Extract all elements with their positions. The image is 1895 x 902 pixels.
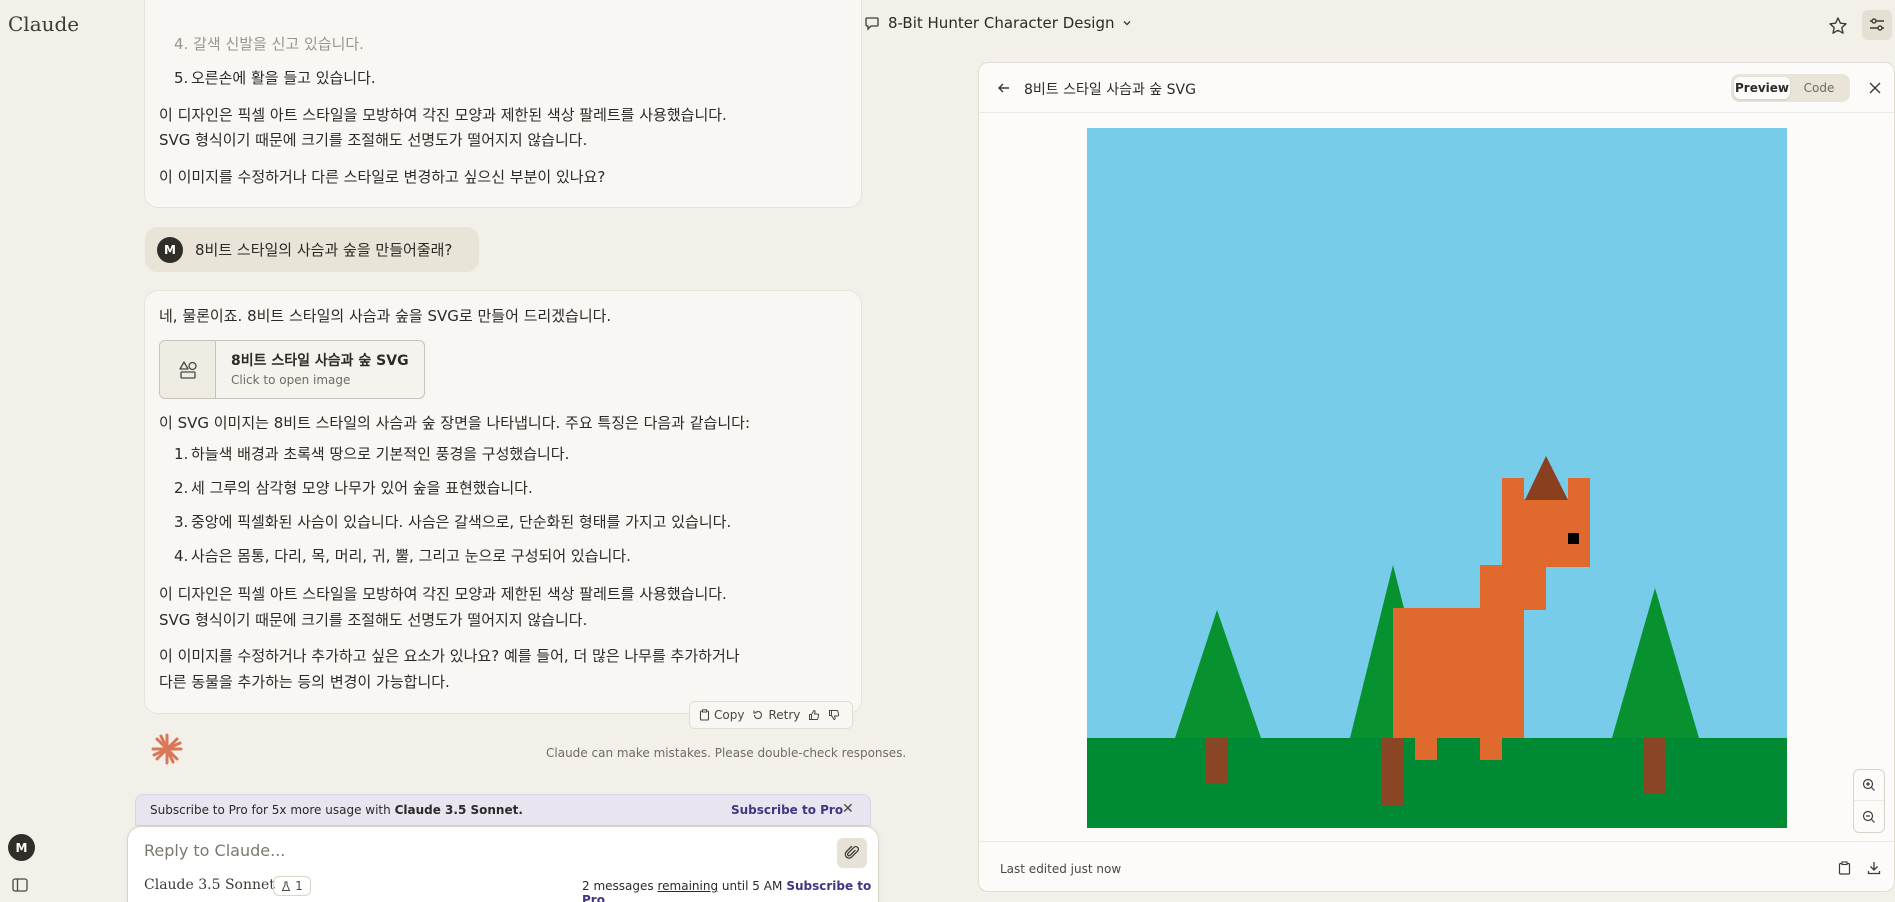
model-selector[interactable]: Claude 3.5 Sonnet xyxy=(144,877,275,893)
list-number: 5. xyxy=(174,69,189,87)
retry-label: Retry xyxy=(768,708,801,722)
zoom-controls xyxy=(1853,769,1885,833)
thumbs-up-button[interactable] xyxy=(808,709,820,721)
star-icon xyxy=(1829,17,1847,34)
artifact-card-title: 8비트 스타일 사슴과 숲 SVG xyxy=(231,353,409,369)
last-edited-status: Last edited just now xyxy=(1000,862,1122,876)
close-icon[interactable]: ✕ xyxy=(842,801,854,817)
deer-ear-left xyxy=(1502,478,1524,502)
artifact-panel: 8비트 스타일 사슴과 숲 SVG Preview Code Last edit… xyxy=(978,62,1895,892)
copy-button[interactable]: Copy xyxy=(699,708,744,722)
artifact-header: 8비트 스타일 사슴과 숲 SVG Preview Code xyxy=(979,63,1894,113)
copy-artifact-button[interactable] xyxy=(1834,858,1854,878)
account-avatar[interactable]: M xyxy=(8,834,35,861)
chevron-down-icon xyxy=(1123,21,1131,26)
retry-button[interactable]: Retry xyxy=(752,708,800,722)
deer-ear-right xyxy=(1568,478,1590,502)
arrow-left-icon xyxy=(998,83,1009,93)
paragraph: 이 디자인은 픽셀 아트 스타일을 모방하여 각진 모양과 제한된 색상 팔레트… xyxy=(159,106,727,124)
artifact-footer: Last edited just now xyxy=(979,841,1894,891)
back-button[interactable] xyxy=(993,77,1015,99)
artifact-card-subtitle: Click to open image xyxy=(231,373,351,387)
paragraph: 이 SVG 이미지는 8비트 스타일의 사슴과 숲 장면을 나타냅니다. 주요 … xyxy=(159,414,750,432)
trunk-middle xyxy=(1382,738,1404,805)
clipboard-icon xyxy=(699,709,710,721)
list-item-text: 중앙에 픽셀화된 사슴이 있습니다. 사슴은 갈색으로, 단순화된 형태를 가지… xyxy=(191,513,732,531)
zoom-out-button[interactable] xyxy=(1854,801,1884,832)
list-number: 2. xyxy=(174,479,189,497)
thumbs-down-icon xyxy=(829,710,840,721)
thumbs-down-button[interactable] xyxy=(828,709,840,721)
deer-leg-right xyxy=(1480,693,1502,760)
close-button[interactable] xyxy=(1864,77,1886,99)
star-button[interactable] xyxy=(1826,14,1850,38)
subscribe-banner: Subscribe to Pro for 5x more usage with … xyxy=(135,794,871,826)
close-icon xyxy=(1869,82,1881,94)
subscribe-link[interactable]: Subscribe to Pro xyxy=(731,803,843,817)
paragraph: 이 이미지를 수정하거나 추가하고 싶은 요소가 있나요? 예를 들어, 더 많… xyxy=(159,647,740,665)
list-item-text: 세 그루의 삼각형 모양 나무가 있어 숲을 표현했습니다. xyxy=(191,479,533,497)
user-message: M 8비트 스타일의 사슴과 숲을 만들어줄래? xyxy=(145,227,479,272)
thumbs-up-icon xyxy=(809,709,820,720)
disclaimer: Claude can make mistakes. Please double-… xyxy=(546,746,907,760)
deer-body xyxy=(1393,608,1524,738)
paragraph: SVG 형식이기 때문에 크기를 조절해도 선명도가 떨어지지 않습니다. xyxy=(159,131,588,149)
project-badge-count: 1 xyxy=(295,879,303,893)
deer-eye xyxy=(1568,533,1579,544)
zoom-out-icon xyxy=(1862,810,1875,823)
list-item-text: 하늘색 배경과 초록색 땅으로 기본적인 풍경을 구성했습니다. xyxy=(191,445,570,463)
zoom-in-icon xyxy=(1862,778,1875,791)
attach-button[interactable] xyxy=(837,838,867,868)
composer: Reply to Claude... Claude 3.5 Sonnet 1 2… xyxy=(127,826,879,902)
sidebar-toggle-icon[interactable] xyxy=(12,878,28,892)
clipboard-icon xyxy=(1838,861,1850,875)
list-item-text: 오른손에 활을 들고 있습니다. xyxy=(191,69,376,87)
sliders-icon xyxy=(1870,18,1884,31)
list-item-text: 사슴은 몸통, 다리, 목, 머리, 귀, 뿔, 그리고 눈으로 구성되어 있습… xyxy=(191,547,631,565)
subscribe-text: Subscribe to Pro for 5x more usage with xyxy=(150,803,391,817)
usage-remaining: 2 messages remaining until 5 AM Subscribe… xyxy=(582,879,878,902)
paragraph: 이 이미지를 수정하거나 다른 스타일로 변경하고 싶으신 부분이 있나요? xyxy=(159,168,606,186)
faded-list-item: 4. 갈색 신발을 신고 있습니다. xyxy=(174,35,364,53)
list-number: 3. xyxy=(174,513,189,531)
paragraph: SVG 형식이기 때문에 크기를 조절해도 선명도가 떨어지지 않습니다. xyxy=(159,611,588,629)
download-icon xyxy=(1867,862,1881,875)
subscribe-model: Claude 3.5 Sonnet. xyxy=(394,803,523,817)
reply-input[interactable]: Reply to Claude... xyxy=(144,841,285,860)
settings-button[interactable] xyxy=(1862,10,1892,40)
deer-forest-svg xyxy=(1087,128,1787,828)
deer-neck xyxy=(1480,565,1546,610)
artifact-card[interactable]: 8비트 스타일 사슴과 숲 SVG Click to open image xyxy=(159,340,425,399)
remaining-word: remaining xyxy=(657,879,719,893)
tab-preview[interactable]: Preview xyxy=(1734,77,1790,99)
trunk-right xyxy=(1644,738,1666,794)
flask-icon xyxy=(281,881,291,891)
remaining-time: until 5 AM xyxy=(721,879,783,893)
retry-icon xyxy=(753,710,763,720)
zoom-in-button[interactable] xyxy=(1854,770,1884,801)
paragraph: 이 디자인은 픽셀 아트 스타일을 모방하여 각진 모양과 제한된 색상 팔레트… xyxy=(159,585,727,603)
tab-code[interactable]: Code xyxy=(1793,77,1845,99)
download-button[interactable] xyxy=(1864,858,1884,878)
trunk-left xyxy=(1206,738,1228,783)
remaining-count: 2 messages xyxy=(582,879,654,893)
message-actions: Copy Retry xyxy=(689,701,853,729)
list-number: 4. xyxy=(174,547,189,565)
assistant-intro: 네, 물론이죠. 8비트 스타일의 사슴과 숲을 SVG로 만들어 드리겠습니다… xyxy=(159,307,612,325)
deer-leg-left xyxy=(1415,693,1437,760)
claude-spark-icon xyxy=(151,733,183,765)
paperclip-icon xyxy=(844,845,859,859)
list-number: 1. xyxy=(174,445,189,463)
paragraph: 다른 동물을 추가하는 등의 변경이 가능합니다. xyxy=(159,673,450,691)
user-message-text: 8비트 스타일의 사슴과 숲을 만들어줄래? xyxy=(195,241,453,259)
copy-label: Copy xyxy=(714,708,745,722)
user-avatar: M xyxy=(157,236,183,263)
shapes-icon xyxy=(160,341,216,398)
project-badge[interactable]: 1 xyxy=(273,876,311,896)
chat-column: 4. 갈색 신발을 신고 있습니다. 5. 오른손에 활을 들고 있습니다. 이… xyxy=(0,0,980,902)
view-toggle: Preview Code xyxy=(1731,74,1850,102)
artifact-title: 8비트 스타일 사슴과 숲 SVG xyxy=(1024,82,1196,98)
